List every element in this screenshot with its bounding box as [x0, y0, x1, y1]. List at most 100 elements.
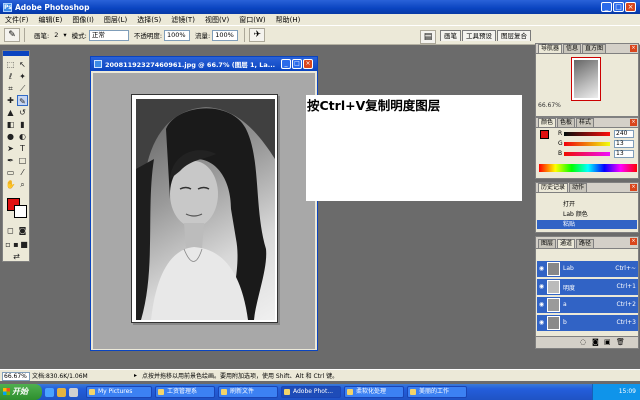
- taskbar-item[interactable]: 柔软化处理: [344, 386, 404, 398]
- quick-launch-desktop-icon[interactable]: [69, 387, 78, 397]
- clone-stamp-tool-icon[interactable]: ▲: [5, 107, 16, 118]
- maximize-button[interactable]: □: [613, 2, 624, 12]
- move-tool-icon[interactable]: ↖: [17, 59, 28, 70]
- tab-swatches[interactable]: 色板: [557, 118, 576, 127]
- hand-tool-icon[interactable]: ✋: [5, 179, 16, 190]
- navigator-zoom-value[interactable]: 66.67%: [538, 102, 561, 109]
- eye-icon[interactable]: ◉: [538, 265, 545, 272]
- shape-tool-icon[interactable]: □: [17, 155, 28, 166]
- eyedropper-tool-icon[interactable]: ⁄: [17, 167, 28, 178]
- channel-r-slider[interactable]: [564, 132, 610, 136]
- jump-to-imageready-icon[interactable]: ⇄: [11, 251, 22, 262]
- screen-mode-standard-icon[interactable]: ▫: [4, 239, 12, 250]
- type-tool-icon[interactable]: T: [17, 143, 28, 154]
- slice-tool-icon[interactable]: ⟋: [17, 83, 28, 94]
- quick-launch-folder-icon[interactable]: [57, 387, 66, 397]
- eraser-tool-icon[interactable]: ◧: [5, 119, 16, 130]
- taskbar-item[interactable]: My Pictures: [86, 386, 152, 398]
- tab-styles[interactable]: 样式: [576, 118, 595, 127]
- brush-tool-icon[interactable]: ✎: [17, 95, 28, 106]
- eye-icon[interactable]: ◉: [538, 283, 545, 290]
- document-minimize-button[interactable]: _: [281, 59, 291, 69]
- blur-tool-icon[interactable]: ●: [5, 131, 16, 142]
- channel-row-a[interactable]: ◉ a Ctrl+2: [537, 297, 638, 313]
- channel-g-input[interactable]: 13: [614, 140, 634, 148]
- document-maximize-button[interactable]: □: [292, 59, 302, 69]
- menu-edit[interactable]: 编辑(E): [39, 15, 63, 25]
- opacity-input[interactable]: 100%: [164, 29, 191, 41]
- menu-help[interactable]: 帮助(H): [276, 15, 301, 25]
- palette-well-tab-comps[interactable]: 图层复合: [497, 30, 531, 41]
- minimize-button[interactable]: _: [601, 2, 612, 12]
- standard-mode-icon[interactable]: ◻: [5, 225, 16, 236]
- brush-preset-icon[interactable]: ✎: [4, 28, 20, 42]
- toolbox-grip[interactable]: [3, 51, 29, 56]
- eye-icon[interactable]: ◉: [538, 319, 545, 326]
- save-selection-icon[interactable]: ◙: [592, 338, 599, 346]
- history-item[interactable]: 打开: [537, 200, 637, 209]
- palette-well-tab-brushes[interactable]: 画笔: [440, 30, 461, 41]
- channel-row-b[interactable]: ◉ b Ctrl+3: [537, 315, 638, 331]
- screen-mode-menubar-icon[interactable]: ▪: [12, 239, 20, 250]
- zoom-tool-icon[interactable]: ⌕: [17, 179, 28, 190]
- flow-input[interactable]: 100%: [212, 29, 239, 41]
- channels-close-icon[interactable]: ×: [630, 238, 637, 245]
- channel-b-slider[interactable]: [564, 152, 610, 156]
- color-close-icon[interactable]: ×: [630, 119, 637, 126]
- start-button[interactable]: 开始: [0, 384, 42, 400]
- mode-select[interactable]: 正常: [88, 29, 129, 41]
- menu-file[interactable]: 文件(F): [5, 15, 29, 25]
- status-zoom-input[interactable]: 66.67%: [2, 372, 30, 381]
- tab-layers[interactable]: 图层: [538, 239, 557, 248]
- history-brush-tool-icon[interactable]: ↺: [17, 107, 28, 118]
- tab-history[interactable]: 历史记录: [538, 183, 569, 192]
- screen-mode-full-icon[interactable]: ■: [20, 239, 28, 250]
- marquee-tool-icon[interactable]: ⬚: [5, 59, 16, 70]
- airbrush-icon[interactable]: ✈: [249, 28, 266, 42]
- portrait-photo[interactable]: [136, 99, 275, 320]
- channel-r-input[interactable]: 240: [614, 130, 634, 138]
- new-channel-icon[interactable]: ▣: [604, 338, 611, 346]
- document-canvas[interactable]: [93, 73, 315, 349]
- brush-size-value[interactable]: 2: [54, 31, 58, 39]
- menu-select[interactable]: 选择(S): [137, 15, 161, 25]
- menu-layer[interactable]: 图层(L): [104, 15, 127, 25]
- tab-info[interactable]: 信息: [563, 44, 582, 53]
- tray-clock[interactable]: 15:09: [619, 388, 636, 395]
- close-button[interactable]: ×: [625, 2, 636, 12]
- menu-view[interactable]: 视图(V): [205, 15, 229, 25]
- channel-g-slider[interactable]: [564, 142, 610, 146]
- pen-tool-icon[interactable]: ✒: [5, 155, 16, 166]
- tab-navigator[interactable]: 导航器: [538, 44, 563, 53]
- taskbar-item-active[interactable]: Adobe Phot...: [281, 386, 341, 398]
- tab-paths[interactable]: 路径: [576, 239, 595, 248]
- tab-actions[interactable]: 动作: [569, 183, 588, 192]
- history-item-active[interactable]: 粘贴: [537, 220, 637, 229]
- tab-color[interactable]: 颜色: [538, 118, 557, 127]
- quick-mask-mode-icon[interactable]: ◙: [17, 225, 28, 236]
- channel-b-input[interactable]: 13: [614, 150, 634, 158]
- menu-filter[interactable]: 滤镜(T): [171, 15, 195, 25]
- dodge-tool-icon[interactable]: ◐: [17, 131, 28, 142]
- healing-brush-tool-icon[interactable]: ✚: [5, 95, 16, 106]
- history-close-icon[interactable]: ×: [630, 184, 637, 191]
- navigator-close-icon[interactable]: ×: [630, 45, 637, 52]
- lasso-tool-icon[interactable]: ℓ: [5, 71, 16, 82]
- menu-image[interactable]: 图像(I): [72, 15, 94, 25]
- color-spectrum-bar[interactable]: [539, 164, 637, 172]
- taskbar-item[interactable]: 美丽的工作: [407, 386, 467, 398]
- menu-window[interactable]: 窗口(W): [239, 15, 265, 25]
- status-doc-size[interactable]: 文档:830.6K/1.06M: [32, 372, 88, 381]
- gradient-tool-icon[interactable]: ▮: [17, 119, 28, 130]
- background-color-swatch[interactable]: [14, 205, 27, 218]
- brush-dropdown-icon[interactable]: ▾: [63, 31, 66, 39]
- magic-wand-tool-icon[interactable]: ✦: [17, 71, 28, 82]
- eye-icon[interactable]: ◉: [538, 301, 545, 308]
- taskbar-item[interactable]: 工资管理系: [155, 386, 215, 398]
- tab-channels[interactable]: 通道: [557, 239, 576, 248]
- navigator-thumbnail[interactable]: [571, 57, 601, 101]
- print-icon[interactable]: ▤: [420, 30, 436, 44]
- notes-tool-icon[interactable]: ▭: [5, 167, 16, 178]
- delete-channel-icon[interactable]: 🗑: [616, 338, 625, 346]
- channel-row-lab[interactable]: ◉ Lab Ctrl+~: [537, 261, 638, 277]
